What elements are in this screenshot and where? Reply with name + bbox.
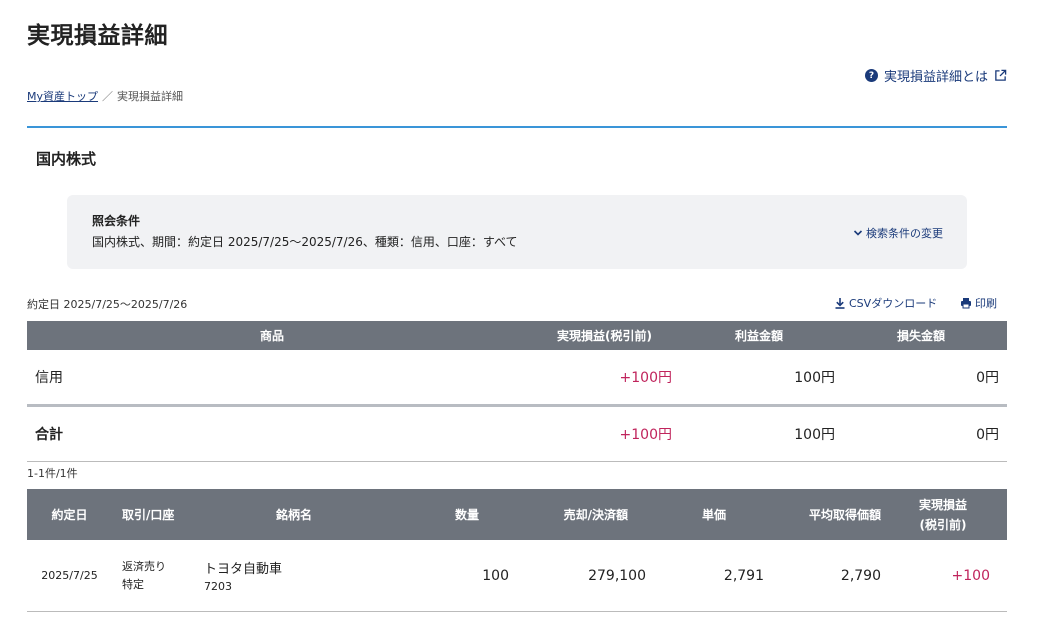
summary-header-loss: 損失金額 xyxy=(896,329,945,343)
detail-pl: +100 xyxy=(951,567,990,584)
section-divider xyxy=(27,126,1007,128)
detail-trade-account: 返済売り 特定 xyxy=(112,558,204,594)
external-link-icon xyxy=(995,69,1007,81)
breadcrumb-separator: ／ xyxy=(102,90,114,103)
summary-header-product: 商品 xyxy=(259,329,284,343)
csv-download-label: CSVダウンロード xyxy=(849,297,938,310)
detail-amount: 279,100 xyxy=(588,567,646,584)
summary-loss: 0円 xyxy=(976,370,999,386)
page-title: 実現損益詳細 xyxy=(27,23,168,49)
period-label: 約定日 2025/7/25〜2025/7/26 xyxy=(27,298,188,311)
detail-header-avg: 平均取得価額 xyxy=(808,508,881,522)
help-link[interactable]: ? 実現損益詳細とは xyxy=(864,66,1007,85)
summary-total-loss: 0円 xyxy=(976,427,999,443)
summary-product: 信用 xyxy=(35,370,63,386)
detail-trade: 返済売り xyxy=(122,559,166,573)
conditions-text: 国内株式、期間：約定日 2025/7/25〜2025/7/26、種類：信用、口座… xyxy=(92,235,518,249)
detail-header-pl: 実現損益 (税引前) xyxy=(881,495,998,535)
summary-total-profit: 100円 xyxy=(794,427,835,443)
print-label: 印刷 xyxy=(975,297,997,310)
detail-qty: 100 xyxy=(482,567,509,584)
search-conditions-panel: 照会条件 国内株式、期間：約定日 2025/7/25〜2025/7/26、種類：… xyxy=(67,195,967,269)
detail-table: 約定日 取引/口座 銘柄名 数量 売却/決済額 単価 平均取得価額 実現損益 (… xyxy=(27,489,1007,612)
detail-header-row: 約定日 取引/口座 銘柄名 数量 売却/決済額 単価 平均取得価額 実現損益 (… xyxy=(27,489,1007,540)
breadcrumb-home-link[interactable]: My資産トップ xyxy=(27,88,98,104)
summary-header-profit: 利益金額 xyxy=(734,329,783,343)
summary-profit: 100円 xyxy=(794,370,835,386)
help-link-label: 実現損益詳細とは xyxy=(883,70,988,85)
summary-total-row: 合計 +100円 100円 0円 xyxy=(27,407,1007,462)
chevron-down-icon xyxy=(853,230,863,236)
section-title: 国内株式 xyxy=(36,150,97,168)
detail-header-pl-line2: (税引前) xyxy=(919,517,967,532)
detail-stock-name: トヨタ自動車 xyxy=(204,562,283,577)
summary-row: 信用 +100円 100円 0円 xyxy=(27,350,1007,407)
detail-stock: トヨタ自動車 7203 xyxy=(204,558,384,593)
summary-table: 商品 実現損益(税引前) 利益金額 損失金額 信用 +100円 100円 0円 … xyxy=(27,321,1007,462)
summary-total-pl: +100円 xyxy=(619,427,672,443)
detail-header-trade: 取引/口座 xyxy=(122,508,175,522)
detail-header-pl-line1: 実現損益 xyxy=(918,497,967,512)
conditions-heading: 照会条件 xyxy=(92,214,141,228)
detail-header-name: 銘柄名 xyxy=(275,508,312,522)
detail-header-amount: 売却/決済額 xyxy=(563,508,628,522)
summary-header-pl: 実現損益(税引前) xyxy=(557,329,652,343)
summary-total-label: 合計 xyxy=(35,427,63,443)
result-count: 1-1件/1件 xyxy=(27,467,78,480)
download-icon xyxy=(835,298,845,309)
change-conditions-button[interactable]: 検索条件の変更 xyxy=(853,225,943,241)
breadcrumb-current: 実現損益詳細 xyxy=(117,90,184,103)
csv-download-button[interactable]: CSVダウンロード xyxy=(834,295,937,311)
question-icon: ? xyxy=(864,69,878,82)
detail-date: 2025/7/25 xyxy=(41,569,98,582)
detail-header-date: 約定日 xyxy=(51,508,88,522)
summary-header-row: 商品 実現損益(税引前) 利益金額 損失金額 xyxy=(27,321,1007,350)
table-row: 2025/7/25 返済売り 特定 トヨタ自動車 7203 100 279,10… xyxy=(27,540,1007,612)
breadcrumb: My資産トップ ／ 実現損益詳細 xyxy=(27,88,183,104)
detail-avg: 2,790 xyxy=(840,567,881,584)
detail-price: 2,791 xyxy=(723,567,764,584)
detail-account: 特定 xyxy=(122,577,144,591)
detail-stock-code: 7203 xyxy=(204,580,232,593)
print-button[interactable]: 印刷 xyxy=(960,295,997,311)
change-conditions-label: 検索条件の変更 xyxy=(866,227,943,240)
detail-header-price: 単価 xyxy=(701,508,726,522)
detail-header-qty: 数量 xyxy=(454,508,479,522)
printer-icon xyxy=(961,298,971,309)
summary-pl: +100円 xyxy=(619,370,672,386)
